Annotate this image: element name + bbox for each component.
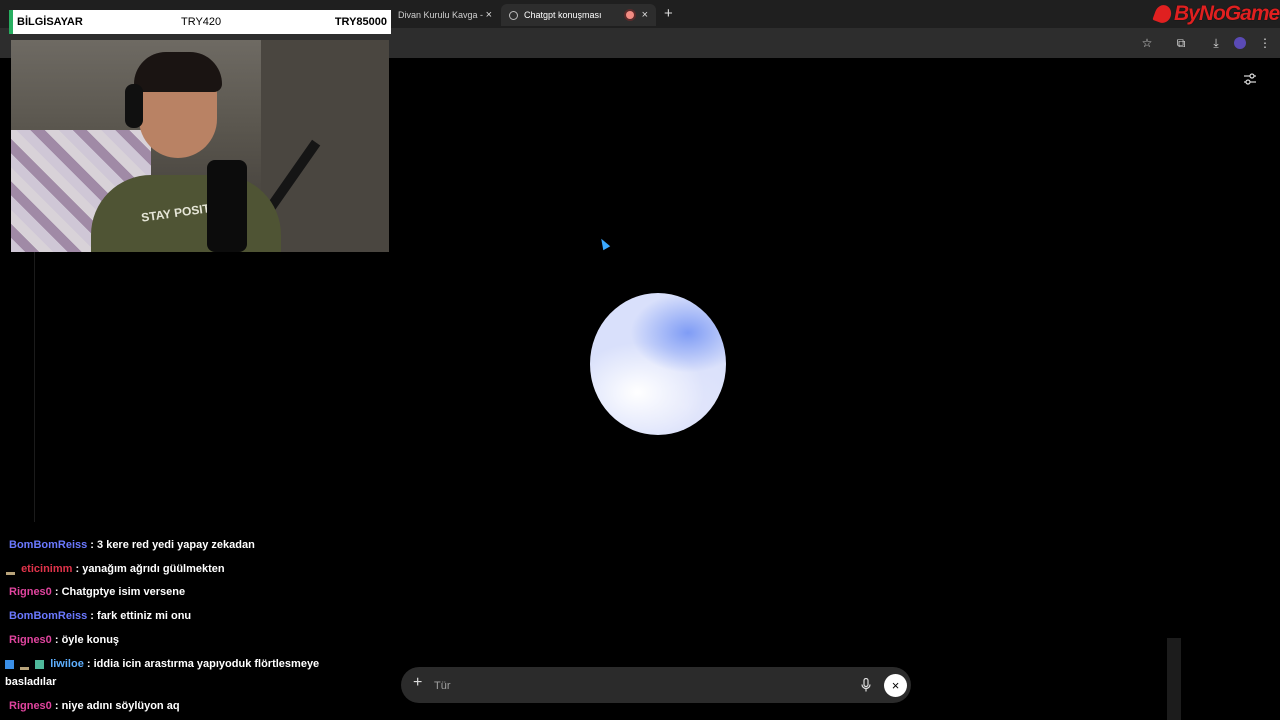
chat-username: BomBomReiss — [9, 539, 88, 551]
chat-username: Rignes0 — [9, 700, 52, 712]
streamer-hair — [134, 52, 222, 92]
microphone — [207, 160, 247, 252]
brand-mark-icon — [1152, 2, 1174, 26]
kebab-menu-icon[interactable]: ⋮ — [1258, 36, 1272, 50]
tab-close-icon[interactable]: × — [642, 9, 648, 21]
scrollbar[interactable] — [1167, 638, 1181, 720]
chat-text: : fark ettiniz mi onu — [87, 610, 192, 622]
tab-title: Chatgpt konuşması — [524, 10, 602, 20]
divider — [34, 252, 35, 522]
close-icon[interactable]: × — [884, 674, 907, 697]
plus-icon[interactable]: + — [413, 675, 425, 691]
hat-badge-icon — [20, 658, 30, 671]
chat-message: Rignes0 : öyle konuş — [9, 634, 119, 646]
chat-text: : yanağım ağrıdı güülmekten — [72, 563, 225, 575]
hat-badge-icon — [6, 563, 15, 576]
chat-username: liwiloe — [50, 658, 84, 670]
mouse-cursor-icon — [597, 236, 611, 251]
chat-message: Rignes0 : niye adını söylüyon aq — [9, 700, 180, 712]
webcam-background — [261, 40, 389, 252]
donation-goal: TRY85000 — [334, 16, 387, 28]
chat-username: Rignes0 — [9, 634, 52, 646]
tab-chatgpt[interactable]: Chatgpt konuşması × — [501, 4, 656, 26]
chat-text: : niye adını söylüyon aq — [51, 700, 180, 712]
sliders-icon[interactable] — [1243, 72, 1257, 86]
prompt-input[interactable] — [432, 676, 836, 696]
chat-text: : 3 kere red yedi yapay zekadan — [87, 539, 255, 551]
chat-message: eticinimm : yanağım ağrıdı güülmekten — [6, 563, 225, 576]
sub-badge-icon — [35, 659, 45, 669]
chat-message-continuation: basladılar — [5, 676, 56, 688]
tab-divan-kurulu[interactable]: Divan Kurulu Kavga - G × — [390, 4, 500, 26]
chat-username: eticinimm — [21, 563, 73, 575]
chat-text: : öyle konuş — [51, 634, 120, 646]
donation-bar: BİLGİSAYAR TRY420 TRY85000 — [9, 10, 391, 34]
chat-username: Rignes0 — [9, 586, 52, 598]
voice-orb — [590, 293, 726, 435]
brand-logo: ByNoGame — [1152, 2, 1280, 26]
bookmark-star-icon[interactable]: ☆ — [1140, 36, 1154, 50]
chat-text: : Chatgptye isim versene — [51, 586, 186, 598]
brand-name: ByNoGame — [1174, 2, 1280, 25]
chat-text: : iddia icin arastırma yapıyoduk flörtle… — [83, 658, 320, 670]
chat-text: basladılar — [5, 676, 57, 688]
donation-item-name: BİLGİSAYAR — [17, 16, 83, 28]
chat-message: liwiloe : iddia icin arastırma yapıyoduk… — [5, 658, 320, 671]
mic-icon[interactable] — [861, 678, 871, 692]
chat-message: BomBomReiss : fark ettiniz mi onu — [9, 610, 191, 622]
new-tab-button[interactable]: + — [664, 5, 673, 22]
headphones-icon — [125, 84, 143, 128]
donation-amount: TRY420 — [181, 16, 222, 28]
recording-indicator-icon — [625, 11, 634, 19]
webcam-overlay: STAY POSIT — [11, 40, 389, 252]
tab-title: Divan Kurulu Kavga - G — [398, 10, 486, 20]
download-icon[interactable]: ⤓ — [1209, 36, 1223, 50]
chat-message: Rignes0 : Chatgptye isim versene — [9, 586, 185, 598]
chatgpt-favicon-icon — [509, 10, 518, 20]
chat-message: BomBomReiss : 3 kere red yedi yapay zeka… — [9, 539, 255, 551]
tab-close-icon[interactable]: × — [486, 9, 492, 21]
extensions-icon[interactable]: ⧉ — [1174, 36, 1188, 50]
profile-avatar[interactable] — [1234, 37, 1246, 49]
prime-badge-icon — [5, 659, 14, 669]
chat-username: BomBomReiss — [9, 610, 88, 622]
